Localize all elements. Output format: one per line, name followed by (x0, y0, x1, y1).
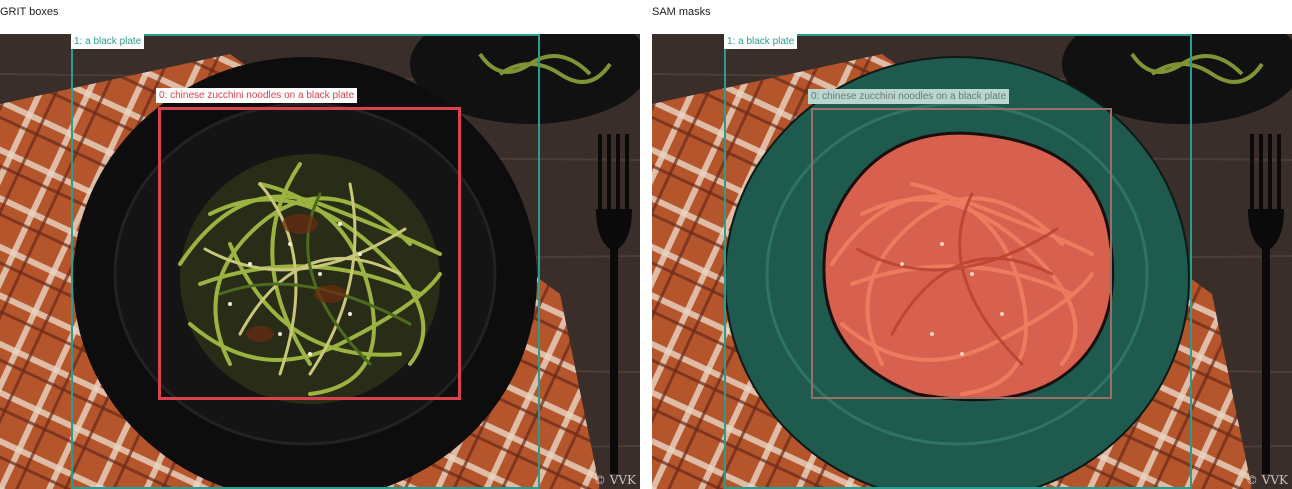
sam-panel-title: SAM masks (652, 6, 711, 18)
bbox-noodles-label: 0: chinese zucchini noodles on a black p… (808, 89, 1010, 104)
bbox-noodles-label: 0: chinese zucchini noodles on a black p… (156, 88, 358, 103)
bbox-plate-label: 1: a black plate (724, 34, 798, 49)
bbox-noodles (158, 107, 461, 400)
grit-panel-title: GRIT boxes (0, 6, 59, 18)
watermark: © VVK (593, 473, 636, 487)
bbox-noodles-outline (811, 108, 1112, 399)
grit-image-panel: 1: a black plate 0: chinese zucchini noo… (0, 34, 640, 489)
sam-image-panel: 1: a black plate 0: chinese zucchini noo… (652, 34, 1292, 489)
bbox-plate-label: 1: a black plate (71, 34, 145, 49)
watermark: © VVK (1245, 473, 1288, 487)
